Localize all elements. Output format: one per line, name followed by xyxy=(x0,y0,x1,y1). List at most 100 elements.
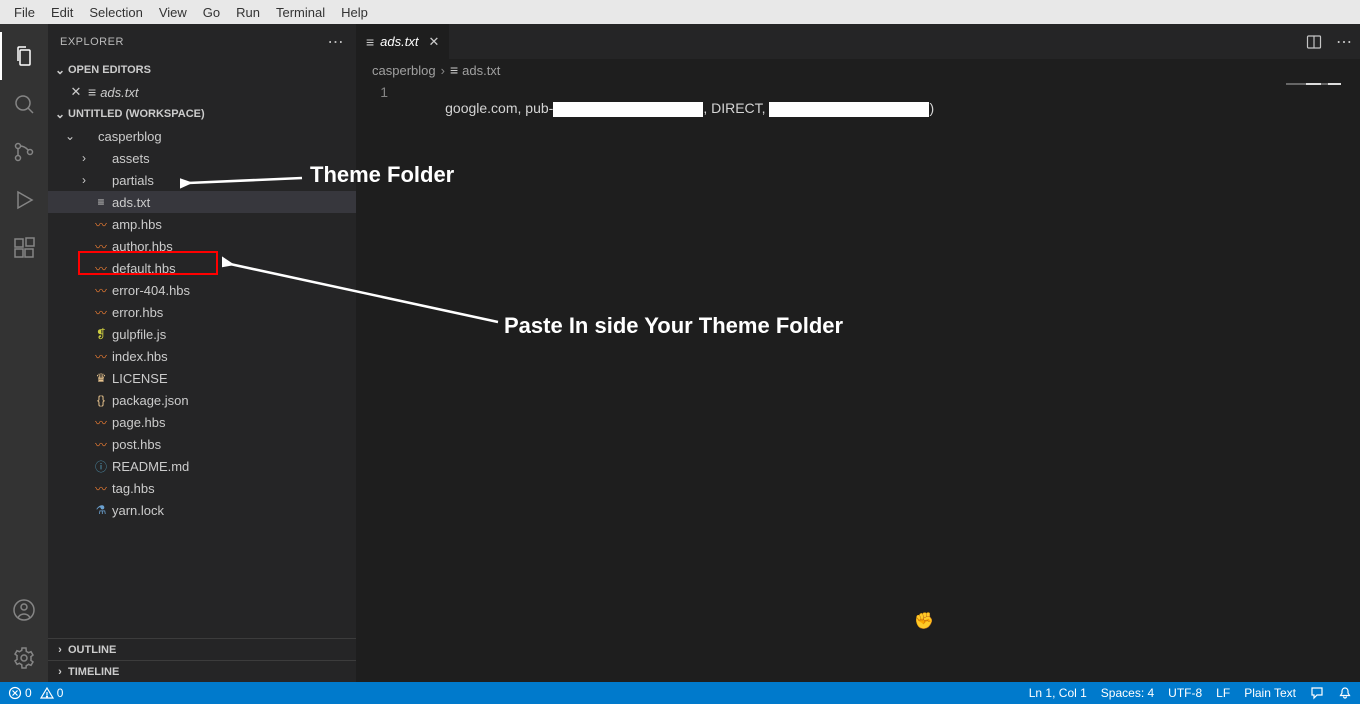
tree-label: package.json xyxy=(112,393,189,408)
tree-label: yarn.lock xyxy=(112,503,164,518)
chevron-down-icon: ⌄ xyxy=(52,63,68,77)
timeline-label: TIMELINE xyxy=(68,666,119,678)
file-icon: 〰 xyxy=(92,414,110,431)
menu-item-terminal[interactable]: Terminal xyxy=(268,5,333,20)
workspace-header[interactable]: ⌄ UNTITLED (WORKSPACE) xyxy=(48,103,356,125)
status-lncol[interactable]: Ln 1, Col 1 xyxy=(1029,686,1087,700)
accounts-icon[interactable] xyxy=(0,586,48,634)
status-bar: 0 0 Ln 1, Col 1 Spaces: 4 UTF-8 LF Plain… xyxy=(0,682,1360,704)
code-text: google.com, pub- xyxy=(445,100,553,116)
file-default-hbs[interactable]: 〰default.hbs xyxy=(48,257,356,279)
code-editor[interactable]: 1 google.com, pub- , DIRECT, ) ✊ xyxy=(356,81,1360,682)
status-spaces[interactable]: Spaces: 4 xyxy=(1101,686,1154,700)
open-editor-item[interactable]: ✕ ≡ ads.txt xyxy=(48,81,356,103)
explorer-icon[interactable] xyxy=(0,32,48,80)
file-post-hbs[interactable]: 〰post.hbs xyxy=(48,433,356,455)
breadcrumb[interactable]: casperblog › ≡ ads.txt xyxy=(356,59,1360,81)
status-warnings[interactable]: 0 xyxy=(40,686,64,700)
feedback-icon[interactable] xyxy=(1310,686,1324,700)
file-icon: 〰 xyxy=(92,260,110,277)
status-errors[interactable]: 0 xyxy=(8,686,32,700)
file-page-hbs[interactable]: 〰page.hbs xyxy=(48,411,356,433)
code-line: google.com, pub- , DIRECT, ) xyxy=(414,84,934,133)
code-text: , DIRECT, xyxy=(703,100,769,116)
sidebar-title: EXPLORER ⋯ xyxy=(48,24,356,59)
tree-label: LICENSE xyxy=(112,371,168,386)
folder-casperblog[interactable]: ⌄ casperblog xyxy=(48,125,356,147)
file-error-hbs[interactable]: 〰error.hbs xyxy=(48,301,356,323)
file-error-404-hbs[interactable]: 〰error-404.hbs xyxy=(48,279,356,301)
status-eol[interactable]: LF xyxy=(1216,686,1230,700)
tab-actions: ⋯ xyxy=(1306,24,1360,59)
tree-label: error-404.hbs xyxy=(112,283,190,298)
search-icon[interactable] xyxy=(0,80,48,128)
activity-bar xyxy=(0,24,48,682)
file-icon: ≡ xyxy=(450,62,458,78)
file-index-hbs[interactable]: 〰index.hbs xyxy=(48,345,356,367)
file-icon: {} xyxy=(92,393,110,407)
run-debug-icon[interactable] xyxy=(0,176,48,224)
tree-label: error.hbs xyxy=(112,305,163,320)
editor-area: ≡ ads.txt ✕ ⋯ casperblog › ≡ ads.txt 1 g… xyxy=(356,24,1360,682)
menu-item-run[interactable]: Run xyxy=(228,5,268,20)
file-icon: ⓘ xyxy=(92,458,110,475)
close-tab-icon[interactable]: ✕ xyxy=(428,34,439,50)
file-amp-hbs[interactable]: 〰amp.hbs xyxy=(48,213,356,235)
file-ads-txt[interactable]: ≡ads.txt xyxy=(48,191,356,213)
file-gulpfile-js[interactable]: ❡gulpfile.js xyxy=(48,323,356,345)
breadcrumb-file[interactable]: ads.txt xyxy=(462,63,500,78)
editor-more-icon[interactable]: ⋯ xyxy=(1336,32,1352,52)
menu-item-view[interactable]: View xyxy=(151,5,195,20)
source-control-icon[interactable] xyxy=(0,128,48,176)
file-icon: 〰 xyxy=(92,304,110,321)
tree-label: index.hbs xyxy=(112,349,168,364)
file-icon: 〰 xyxy=(92,282,110,299)
tree-label: amp.hbs xyxy=(112,217,162,232)
tree-label: ads.txt xyxy=(112,195,150,210)
file-icon: ≡ xyxy=(366,34,374,50)
open-editors-header[interactable]: ⌄ OPEN EDITORS xyxy=(48,59,356,81)
file-tag-hbs[interactable]: 〰tag.hbs xyxy=(48,477,356,499)
notifications-icon[interactable] xyxy=(1338,686,1352,700)
menu-item-help[interactable]: Help xyxy=(333,5,376,20)
split-editor-icon[interactable] xyxy=(1306,34,1322,50)
file-README-md[interactable]: ⓘREADME.md xyxy=(48,455,356,477)
menu-item-selection[interactable]: Selection xyxy=(81,5,150,20)
tree-label: casperblog xyxy=(98,129,162,144)
file-LICENSE[interactable]: ♛LICENSE xyxy=(48,367,356,389)
outline-header[interactable]: › OUTLINE xyxy=(48,638,356,660)
chevron-down-icon: ⌄ xyxy=(52,107,68,121)
menu-item-edit[interactable]: Edit xyxy=(43,5,81,20)
file-author-hbs[interactable]: 〰author.hbs xyxy=(48,235,356,257)
outline-label: OUTLINE xyxy=(68,644,116,656)
status-encoding[interactable]: UTF-8 xyxy=(1168,686,1202,700)
file-icon: 〰 xyxy=(92,436,110,453)
menu-item-file[interactable]: File xyxy=(6,5,43,20)
editor-tab[interactable]: ≡ ads.txt ✕ xyxy=(356,24,450,59)
settings-gear-icon[interactable] xyxy=(0,634,48,682)
close-icon[interactable]: ✕ xyxy=(68,84,84,100)
grab-cursor-icon: ✊ xyxy=(914,611,934,631)
sidebar-more-icon[interactable]: ⋯ xyxy=(328,32,345,52)
file-package-json[interactable]: {}package.json xyxy=(48,389,356,411)
folder-partials[interactable]: ›partials xyxy=(48,169,356,191)
redacted-block xyxy=(769,102,929,117)
file-yarn-lock[interactable]: ⚗yarn.lock xyxy=(48,499,356,521)
file-icon: 〰 xyxy=(92,348,110,365)
folder-assets[interactable]: ›assets xyxy=(48,147,356,169)
file-icon: ⚗ xyxy=(92,503,110,517)
explorer-label: EXPLORER xyxy=(60,36,124,48)
line-number: 1 xyxy=(356,81,406,100)
status-language[interactable]: Plain Text xyxy=(1244,686,1296,700)
minimap[interactable] xyxy=(1286,81,1346,111)
chevron-down-icon: ⌄ xyxy=(62,129,78,143)
code-text: ) xyxy=(929,100,934,116)
breadcrumb-folder[interactable]: casperblog xyxy=(372,63,436,78)
menu-item-go[interactable]: Go xyxy=(195,5,228,20)
extensions-icon[interactable] xyxy=(0,224,48,272)
chevron-right-icon: › xyxy=(76,151,92,165)
tree-label: post.hbs xyxy=(112,437,161,452)
timeline-header[interactable]: › TIMELINE xyxy=(48,660,356,682)
tree-label: partials xyxy=(112,173,154,188)
tree-label: gulpfile.js xyxy=(112,327,166,342)
